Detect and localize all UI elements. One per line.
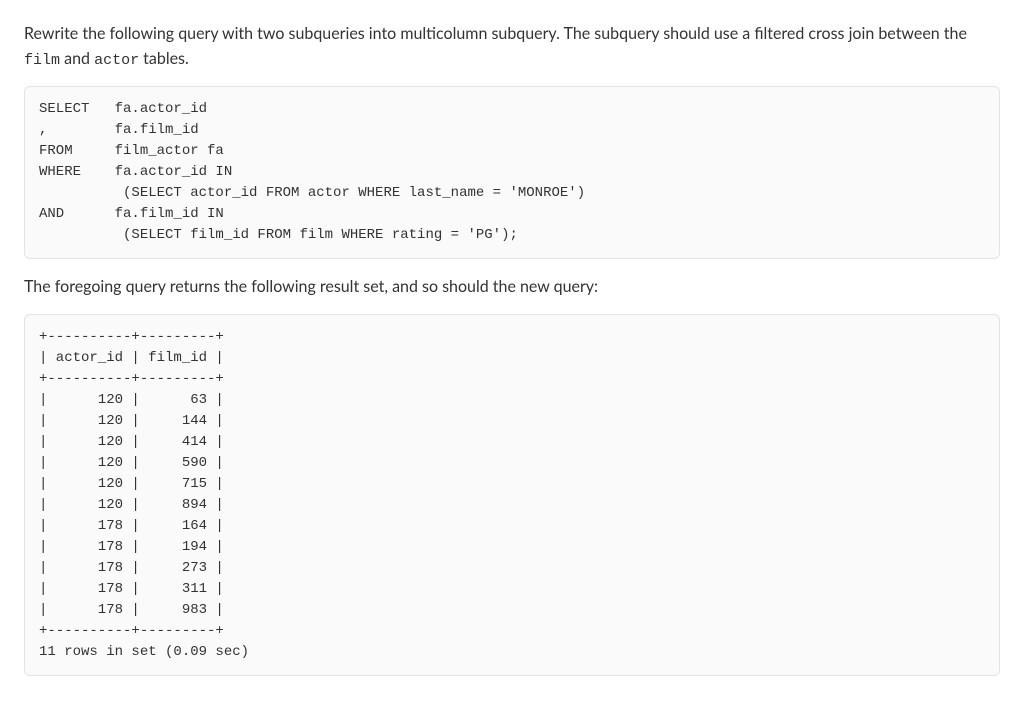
- intro-text-3: tables.: [139, 49, 189, 68]
- inline-code-actor: actor: [94, 52, 139, 69]
- sql-query-block: SELECT fa.actor_id , fa.film_id FROM fil…: [24, 86, 1000, 259]
- middle-paragraph: The foregoing query returns the followin…: [24, 275, 1000, 300]
- inline-code-film: film: [24, 52, 60, 69]
- intro-text-1: Rewrite the following query with two sub…: [24, 24, 967, 43]
- intro-paragraph: Rewrite the following query with two sub…: [24, 22, 1000, 72]
- intro-text-2: and: [60, 49, 94, 68]
- result-set-block: +----------+---------+ | actor_id | film…: [24, 314, 1000, 676]
